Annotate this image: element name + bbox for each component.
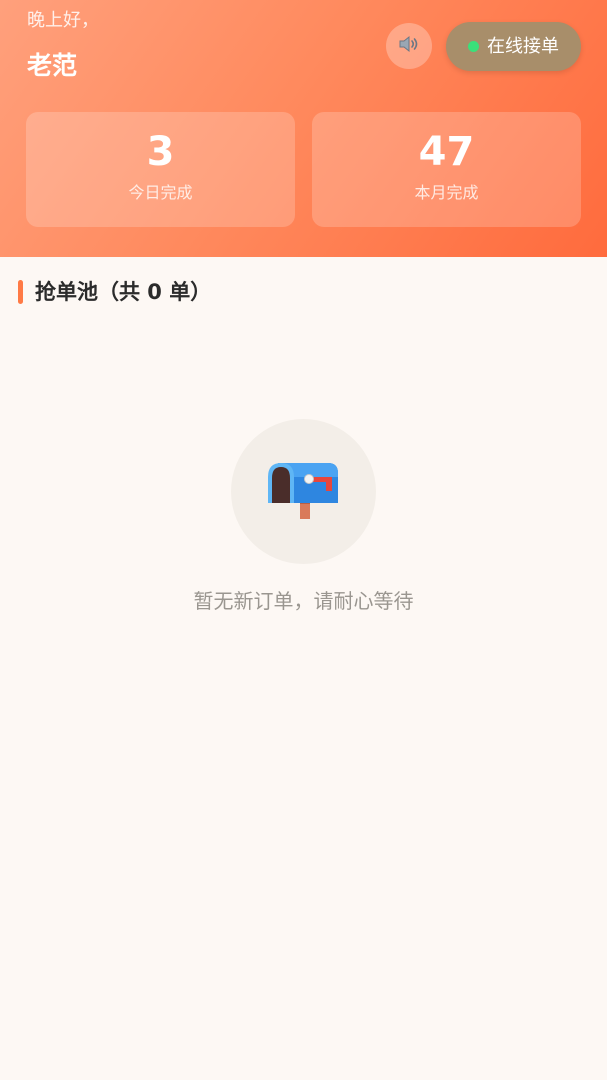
username: 老范 (27, 51, 78, 80)
header: 晚上好， 老范 在线接单 3 今日完成 47 本月完成 (0, 0, 607, 257)
empty-state-message: 暂无新订单，请耐心等待 (193, 589, 414, 613)
online-status-label: 在线接单 (487, 35, 559, 57)
stat-month-value: 47 (418, 129, 475, 175)
stat-today-value: 3 (146, 129, 175, 175)
stat-card-month: 47 本月完成 (312, 112, 581, 227)
online-status-dot (468, 41, 479, 52)
online-status-toggle[interactable]: 在线接单 (446, 22, 581, 71)
order-pool-heading: 抢单池（共 0 单） (18, 278, 211, 306)
order-pool-title: 抢单池（共 0 单） (35, 280, 212, 304)
speaker-icon (397, 32, 421, 60)
stat-card-today: 3 今日完成 (26, 112, 295, 227)
empty-state-illustration (231, 419, 376, 564)
greeting-text: 晚上好， (27, 10, 99, 31)
section-accent-bar (18, 280, 23, 304)
stat-month-label: 本月完成 (414, 183, 479, 202)
mailbox-icon (266, 459, 342, 525)
stat-today-label: 今日完成 (128, 183, 193, 202)
sound-toggle-button[interactable] (386, 23, 432, 69)
